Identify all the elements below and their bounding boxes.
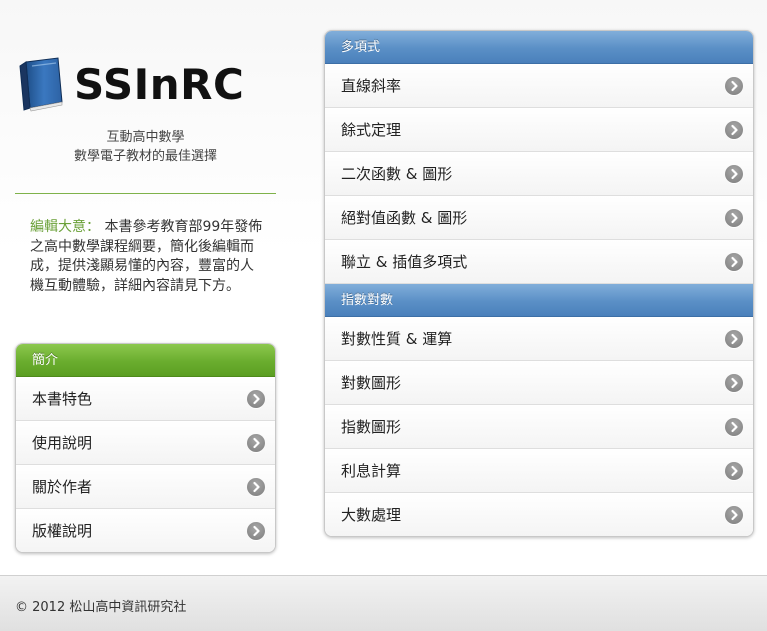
list-item-label: 餘式定理 — [341, 121, 402, 139]
brand-name: SSInRC — [74, 59, 245, 109]
brand-logo: SSInRC — [18, 54, 244, 114]
chevron-right-icon — [247, 478, 265, 496]
chevron-right-icon — [725, 374, 743, 392]
chevron-right-icon — [725, 209, 743, 227]
divider — [15, 193, 276, 194]
copyright-text: © 2012 松山高中資訊研究社 — [15, 600, 187, 615]
polynomials-header: 多項式 — [325, 31, 753, 64]
chevron-right-icon — [725, 418, 743, 436]
list-item-label: 使用說明 — [32, 434, 93, 452]
tagline-line-2: 數學電子教材的最佳選擇 — [73, 149, 217, 164]
list-item-label: 對數性質 & 運算 — [341, 330, 453, 348]
list-item-label: 本書特色 — [32, 390, 93, 408]
list-item-exp-graph[interactable]: 指數圖形 — [325, 405, 753, 449]
topics-panel: 多項式 直線斜率 餘式定理 二次函數 & 圖形 絕對值函數 & 圖形 聯立 & … — [324, 30, 754, 537]
list-item-label: 大數處理 — [341, 506, 402, 524]
list-item-copyright[interactable]: 版權說明 — [16, 509, 275, 552]
chevron-right-icon — [725, 253, 743, 271]
list-item-label: 二次函數 & 圖形 — [341, 165, 453, 183]
list-item-interest-calc[interactable]: 利息計算 — [325, 449, 753, 493]
list-item-absolute-value-function[interactable]: 絕對值函數 & 圖形 — [325, 196, 753, 240]
chevron-right-icon — [725, 462, 743, 480]
chevron-right-icon — [247, 390, 265, 408]
list-item-label: 版權說明 — [32, 522, 93, 540]
intro-text: 編輯大意： 本書參考教育部99年發佈之高中數學課程綱要，簡化後編輯而成，提供淺顯… — [30, 218, 266, 296]
chevron-right-icon — [725, 330, 743, 348]
about-panel-header: 簡介 — [16, 344, 275, 377]
list-item-log-graph[interactable]: 對數圖形 — [325, 361, 753, 405]
list-item-remainder-theorem[interactable]: 餘式定理 — [325, 108, 753, 152]
chevron-right-icon — [725, 77, 743, 95]
exp-log-header: 指數對數 — [325, 284, 753, 317]
list-item-label: 聯立 & 插值多項式 — [341, 253, 468, 271]
list-item-label: 對數圖形 — [341, 374, 402, 392]
list-item-label: 利息計算 — [341, 462, 402, 480]
list-item-label: 關於作者 — [32, 478, 93, 496]
list-item-log-properties[interactable]: 對數性質 & 運算 — [325, 317, 753, 361]
chevron-right-icon — [725, 165, 743, 183]
list-item-about-author[interactable]: 關於作者 — [16, 465, 275, 509]
about-panel: 簡介 本書特色 使用說明 關於作者 版權說明 — [15, 343, 276, 553]
tagline-line-1: 互動高中數學 — [106, 130, 185, 145]
list-item-line-slope[interactable]: 直線斜率 — [325, 64, 753, 108]
chevron-right-icon — [247, 522, 265, 540]
brand-tagline: 互動高中數學 數學電子教材的最佳選擇 — [15, 128, 276, 166]
chevron-right-icon — [725, 506, 743, 524]
list-item-big-numbers[interactable]: 大數處理 — [325, 493, 753, 536]
list-item-quadratic-function[interactable]: 二次函數 & 圖形 — [325, 152, 753, 196]
list-item-usage[interactable]: 使用說明 — [16, 421, 275, 465]
list-item-label: 指數圖形 — [341, 418, 402, 436]
chevron-right-icon — [247, 434, 265, 452]
book-icon — [19, 57, 63, 112]
list-item-features[interactable]: 本書特色 — [16, 377, 275, 421]
list-item-label: 絕對值函數 & 圖形 — [341, 209, 468, 227]
list-item-interpolation-polynomial[interactable]: 聯立 & 插值多項式 — [325, 240, 753, 284]
footer: © 2012 松山高中資訊研究社 — [0, 575, 767, 631]
intro-label: 編輯大意： — [30, 219, 100, 235]
chevron-right-icon — [725, 121, 743, 139]
list-item-label: 直線斜率 — [341, 77, 402, 95]
